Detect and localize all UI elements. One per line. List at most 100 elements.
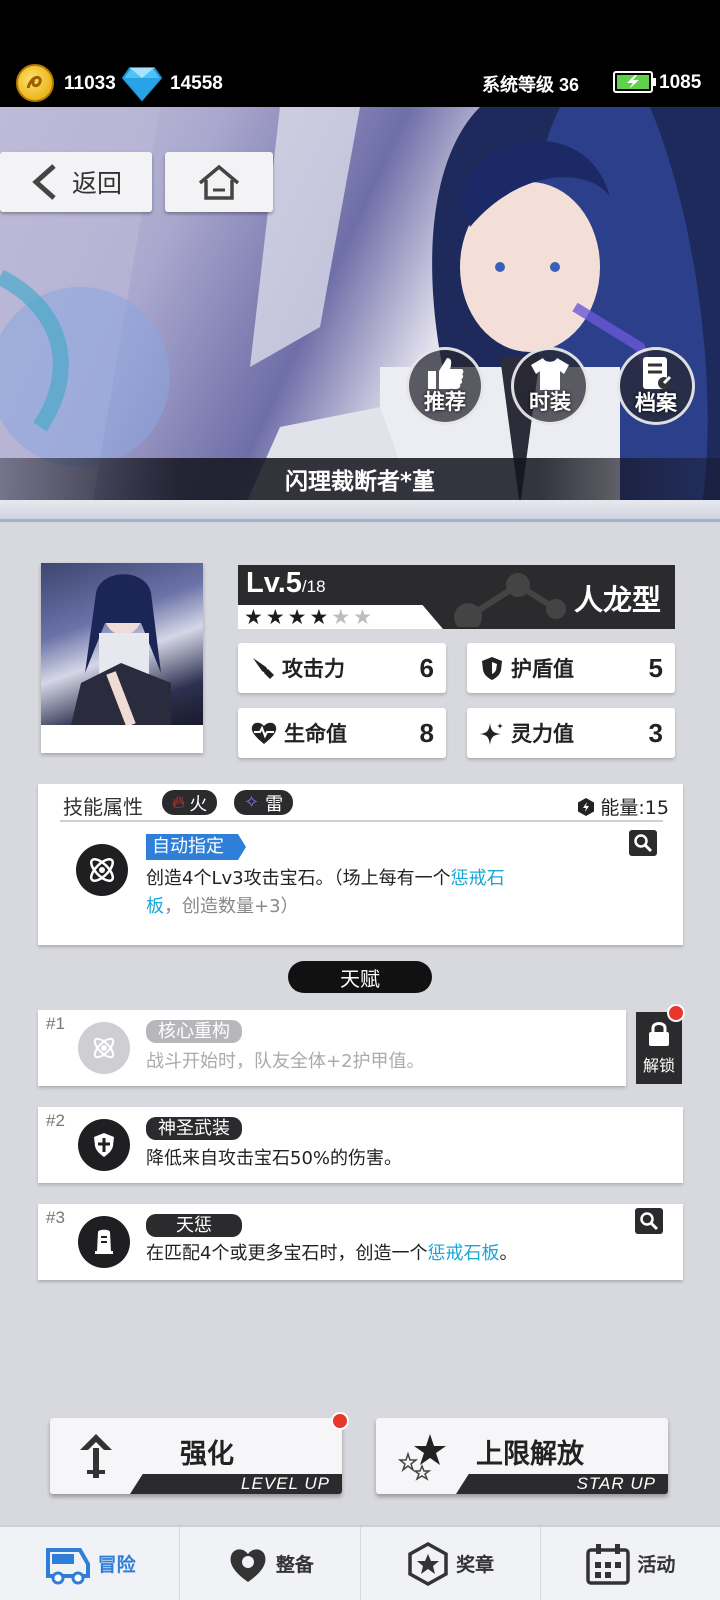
home-button[interactable] [165,152,273,212]
star-filled-icon: ★ [265,605,285,629]
tab-events[interactable]: 活动 [541,1527,720,1600]
unlock-button[interactable]: 解锁 [636,1012,682,1084]
recommend-button[interactable]: 推荐 [406,347,484,425]
talent-detail-button[interactable] [635,1208,663,1234]
desc-text: 在匹配4个或更多宝石时，创造一个 [146,1243,428,1264]
core-atom-icon [93,1037,115,1059]
tab-label: 奖章 [456,1554,495,1576]
talent-item-3: #3 天惩 在匹配4个或更多宝石时，创造一个惩戒石板。 [38,1204,683,1280]
character-portrait [41,563,203,727]
stat-label: 攻击力 [282,657,345,681]
star-empty-icon: ★ [331,605,351,629]
star-empty-icon: ★ [353,605,372,629]
sparkle-icon [480,722,504,745]
stat-spirit: 灵力值 3 [467,708,675,758]
energy-cost-label: 能量:15 [600,797,669,819]
chevron-left-icon [32,164,56,200]
level-value: Lv.5 [246,567,302,599]
skill-icon [76,844,128,896]
tab-medals[interactable]: 奖章 [361,1527,541,1600]
talent-name: 天惩 [146,1214,242,1237]
banner-frame-bottom [0,500,720,522]
element-label: 火 [189,793,208,815]
diamond-count: 14558 [170,73,223,94]
star-up-sub-label: STAR UP [576,1474,656,1493]
tab-label: 冒险 [97,1554,136,1576]
auto-target-tag: 自动指定 [146,834,246,860]
enhance-label: 强化 [180,1439,234,1470]
skill-description: 创造4个Lv3攻击宝石。（场上每有一个惩戒石板，创造数量+3） [146,865,656,921]
back-button[interactable]: 返回 [0,152,152,212]
calendar-icon [586,1543,631,1585]
bottom-tab-bar: 冒险 整备 奖章 活动 [0,1525,720,1600]
gold-count: 11033 [64,73,116,94]
shield-icon [482,657,502,680]
talent-item-1: #1 核心重构 战斗开始时，队友全体+2护甲值。 [38,1010,626,1086]
stat-shield: 护盾值 5 [467,643,675,693]
fire-icon: 🔥︎ [172,792,186,813]
star-up-button[interactable]: 上限解放 STAR UP [376,1418,668,1494]
stat-attack: 攻击力 6 [238,643,446,693]
talent-header: 天赋 [288,961,432,993]
element-fire-pill: 🔥︎ 火 [162,790,218,815]
character-portrait-card[interactable] [41,563,203,753]
desc-text: ，创造数量+3） [164,896,299,917]
atom-icon [89,857,115,883]
system-level: 系统等级 36 [482,75,580,95]
tab-label: 活动 [637,1554,676,1576]
judgement-tablet-icon [95,1229,113,1254]
enhance-button[interactable]: 强化 LEVEL UP [50,1418,342,1494]
star-filled-icon: ★ [244,605,263,629]
character-name-bar: 闪理裁断者*堇 [0,458,720,500]
talent-description: 在匹配4个或更多宝石时，创造一个惩戒石板。 [146,1240,517,1268]
character-name: 闪理裁断者*堇 [284,469,436,495]
stat-value: 8 [419,717,434,748]
tab-label: 整备 [275,1554,314,1576]
talent-number: #3 [46,1208,65,1227]
lock-icon [649,1022,669,1046]
gold-coin-icon [16,64,54,102]
star-rating: ★ ★ ★ ★ ★ ★ [244,605,372,629]
skill-detail-button[interactable] [629,830,657,856]
talent-icon [78,1022,130,1074]
sword-up-icon [80,1434,112,1478]
energy-hex-icon [578,797,595,816]
stat-value: 3 [648,717,663,748]
lightning-icon: ✧ [244,792,260,813]
character-type: 人龙型 [573,583,661,617]
recommend-label: 推荐 [424,390,466,414]
archive-button[interactable]: 档案 [617,347,695,425]
heart-gear-icon [230,1548,266,1582]
top-status-bar: 11033 14558 系统等级 36 1085 [0,0,720,107]
stat-health: 生命值 8 [238,708,446,758]
molecule-decoration [454,573,566,627]
tab-adventure[interactable]: 冒险 [0,1527,181,1600]
stars-icon [398,1434,446,1481]
talent-item-2: #2 神圣武装 降低来自攻击宝石50%的伤害。 [38,1107,683,1183]
stat-value: 5 [648,652,663,683]
star-filled-icon: ★ [287,605,307,629]
talent-icon [78,1119,130,1171]
enhance-sub-label: LEVEL UP [241,1474,330,1493]
stat-label: 灵力值 [511,722,574,746]
level-panel: Lv.5/18 ★ ★ ★ ★ ★ ★ 人龙型 [238,565,675,629]
talent-number: #1 [46,1014,65,1033]
notification-dot [331,1412,349,1430]
tab-equipment[interactable]: 整备 [180,1527,361,1600]
highlight-term[interactable]: 惩戒石板 [427,1243,499,1264]
skill-panel: 技能属性 🔥︎ 火 ✧ 雷 能量:15 自动指定 创造4个Lv3攻击宝石。（场上每有… [38,784,683,945]
outfit-button[interactable]: 时装 [511,347,589,425]
element-thunder-pill: ✧ 雷 [234,790,294,815]
talent-description: 战斗开始时，队友全体+2护甲值。 [146,1051,425,1072]
star-filled-icon: ★ [309,605,329,629]
stat-label: 生命值 [284,722,347,746]
talent-name: 核心重构 [146,1020,242,1043]
magnifier-icon [640,1212,659,1231]
character-banner: 返回 推荐 时装 档案 [0,107,720,517]
battery-energy-icon [613,70,657,98]
holy-shield-icon [94,1133,114,1157]
energy-cost: 能量:15 [576,793,669,820]
talent-number: #2 [46,1111,65,1130]
medal-icon [408,1541,448,1586]
talent-name: 神圣武装 [146,1117,242,1140]
